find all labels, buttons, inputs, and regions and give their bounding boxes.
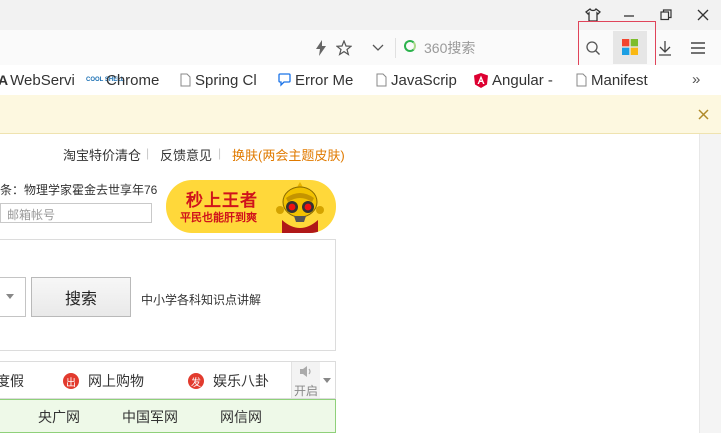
ad-subtitle: 平民也能肝到爽: [180, 212, 257, 224]
bookmark-webservice[interactable]: A WebServi: [0, 71, 75, 89]
page-scrollbar[interactable]: [699, 134, 721, 433]
bookmark-error-messages[interactable]: Error Me: [278, 71, 353, 89]
top-link-change-skin[interactable]: 换肤(两会主题皮肤): [232, 145, 345, 164]
chevron-down-icon[interactable]: [6, 294, 14, 299]
search-button[interactable]: 搜索: [31, 277, 131, 317]
bookmark-label: Chrome: [106, 71, 160, 89]
coolshell-icon: COOL SHELL: [86, 77, 125, 83]
nav-label: 度假: [0, 373, 24, 389]
search-hint-link[interactable]: 中小学各科知识点讲解: [141, 291, 261, 308]
nav-badge-icon: 出: [63, 373, 79, 389]
a-icon: A: [0, 72, 9, 88]
bookmark-chrome[interactable]: COOL SHELL Chrome: [86, 71, 159, 89]
chat-icon: [278, 73, 291, 87]
chevron-down-icon[interactable]: [323, 378, 331, 383]
close-icon[interactable]: [690, 3, 716, 27]
top-link-taobao-clearance[interactable]: 淘宝特价清仓: [63, 145, 141, 164]
divider: |: [146, 146, 150, 160]
angular-icon: [474, 72, 488, 88]
nav-item-online-shopping[interactable]: 出 网上购物: [63, 371, 144, 391]
search-engine-input[interactable]: 360搜索: [424, 38, 475, 58]
lightning-icon[interactable]: [309, 36, 333, 60]
speaker-icon: [300, 366, 311, 377]
bookmarks-overflow-button[interactable]: »: [692, 71, 700, 88]
email-field[interactable]: 邮箱帐号: [0, 203, 152, 223]
site-link-chinamil[interactable]: 中国军网: [122, 407, 178, 427]
restore-icon[interactable]: [653, 3, 679, 27]
nav-label: 网上购物: [88, 373, 144, 389]
bookmark-label: Angular -: [492, 71, 553, 89]
ad-banner[interactable]: 秒上王者 平民也能肝到爽: [166, 180, 336, 233]
toolbar-separator: [395, 38, 396, 58]
site-link-cnr[interactable]: 央广网: [38, 407, 80, 427]
bookmark-label: Manifest: [591, 71, 648, 89]
bookmark-spring-cloud[interactable]: Spring Cl: [180, 71, 257, 89]
nav-badge-icon: 发: [188, 373, 204, 389]
category-nav: [0, 361, 336, 399]
robot-mascot-icon: [276, 182, 324, 233]
nav-item-vacation[interactable]: 度假: [0, 371, 24, 391]
nav-label: 娱乐八卦: [213, 373, 269, 389]
bookmark-javascript[interactable]: JavaScrip: [376, 71, 457, 89]
sound-toggle-label: 开启: [294, 384, 319, 398]
bookmark-label: Spring Cl: [195, 71, 257, 89]
site-link-cac[interactable]: 网信网: [220, 407, 262, 427]
download-icon[interactable]: [653, 36, 677, 60]
top-link-feedback[interactable]: 反馈意见: [160, 145, 212, 164]
page-icon: [376, 73, 387, 87]
360-search-logo-icon: [404, 40, 416, 52]
notification-bar: [0, 95, 721, 134]
news-headline[interactable]: 条：物理学家霍金去世享年76: [0, 181, 157, 198]
nav-item-entertainment[interactable]: 发 娱乐八卦: [188, 371, 269, 391]
bookmark-manifest[interactable]: Manifest: [576, 71, 648, 89]
page-icon: [180, 73, 191, 87]
highlight-box: [578, 21, 656, 71]
ad-title: 秒上王者: [186, 191, 258, 210]
bookmarks-bar: A WebServi COOL SHELL Chrome Spring Cl E…: [0, 65, 721, 96]
close-icon[interactable]: [695, 106, 711, 122]
bookmark-label: JavaScrip: [391, 71, 457, 89]
page-icon: [576, 73, 587, 87]
bookmark-label: Error Me: [295, 71, 354, 89]
bookmark-label: WebServi: [10, 71, 75, 89]
bookmark-angular[interactable]: Angular -: [474, 71, 553, 89]
star-icon[interactable]: [332, 36, 356, 60]
chevron-down-icon[interactable]: [366, 36, 390, 60]
menu-icon[interactable]: [686, 36, 710, 60]
divider: |: [218, 146, 222, 160]
